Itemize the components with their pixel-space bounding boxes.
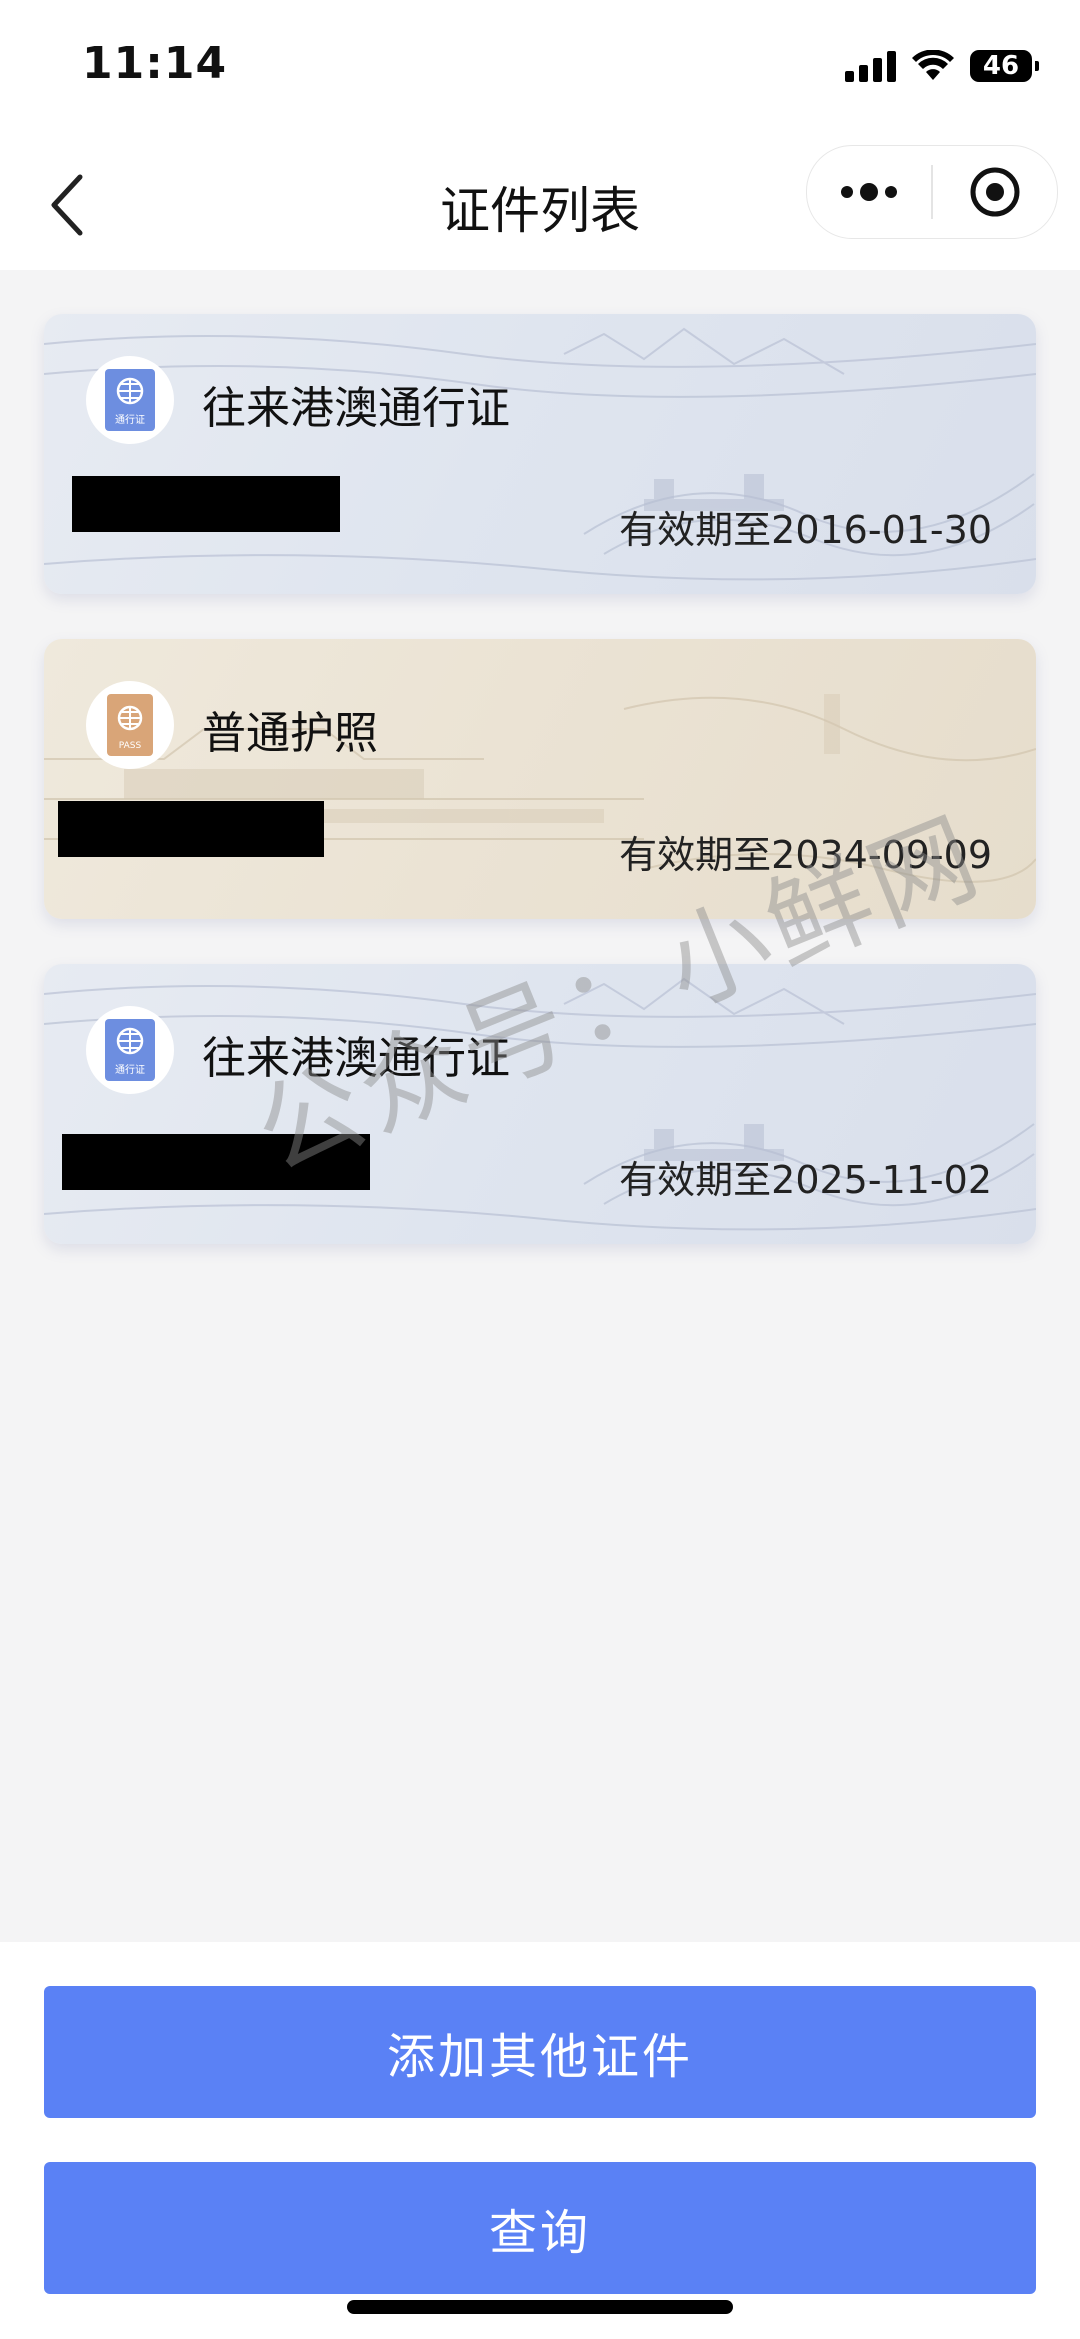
document-card[interactable]: 通行证 往来港澳通行证 有效期至2016-01-30 bbox=[44, 314, 1036, 594]
mini-program-capsule bbox=[806, 145, 1058, 239]
card-expiry-date: 有效期至2016-01-30 bbox=[619, 508, 992, 552]
nav-bar: 证件列表 bbox=[0, 135, 1080, 270]
passport-icon: PASS bbox=[107, 694, 153, 756]
status-time: 11:14 bbox=[82, 38, 228, 89]
battery-icon: 46 bbox=[970, 50, 1039, 82]
permit-icon: 通行证 bbox=[105, 1019, 155, 1081]
card-type-name: 普通护照 bbox=[202, 708, 378, 759]
redacted-document-number bbox=[72, 476, 340, 532]
wifi-icon bbox=[912, 50, 954, 80]
status-bar: 11:14 46 bbox=[0, 0, 1080, 135]
add-other-document-button[interactable]: 添加其他证件 bbox=[44, 1986, 1036, 2118]
query-button[interactable]: 查询 bbox=[44, 2162, 1036, 2294]
permit-icon-text: 通行证 bbox=[115, 1063, 145, 1076]
more-button[interactable] bbox=[807, 146, 931, 238]
card-expiry-date: 有效期至2025-11-02 bbox=[619, 1158, 992, 1202]
redacted-document-number bbox=[58, 801, 324, 857]
card-icon-container: 通行证 bbox=[86, 1006, 174, 1094]
permit-icon: 通行证 bbox=[105, 369, 155, 431]
status-icons: 46 bbox=[845, 44, 1039, 88]
permit-icon-text: 通行证 bbox=[115, 413, 145, 426]
more-dots-icon bbox=[841, 183, 897, 201]
target-close-icon bbox=[970, 167, 1020, 217]
home-indicator bbox=[347, 2300, 733, 2314]
passport-icon-text: PASS bbox=[119, 741, 142, 751]
card-icon-container: PASS bbox=[86, 681, 174, 769]
card-icon-container: 通行证 bbox=[86, 356, 174, 444]
card-type-name: 往来港澳通行证 bbox=[202, 383, 510, 434]
close-mini-program-button[interactable] bbox=[933, 146, 1057, 238]
signal-icon bbox=[845, 50, 896, 82]
